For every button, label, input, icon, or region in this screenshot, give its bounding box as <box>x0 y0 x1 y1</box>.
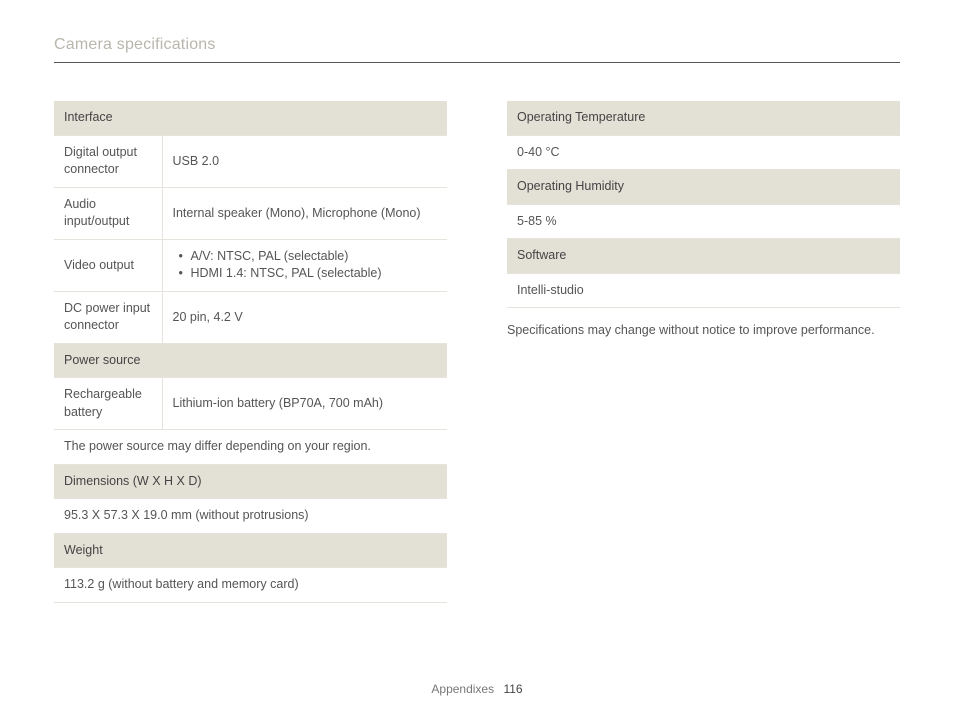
footer-page-number: 116 <box>503 682 522 696</box>
section-header: Software <box>507 239 900 274</box>
spec-value-list: A/V: NTSC, PAL (selectable)HDMI 1.4: NTS… <box>173 248 438 283</box>
spec-label: Video output <box>54 239 162 291</box>
spec-label: Audio input/output <box>54 187 162 239</box>
table-row: 113.2 g (without battery and memory card… <box>54 568 447 603</box>
table-row: The power source may differ depending on… <box>54 430 447 465</box>
right-column: Operating Temperature0-40 °COperating Hu… <box>507 101 900 603</box>
table-row: 0-40 °C <box>507 135 900 170</box>
spec-value: A/V: NTSC, PAL (selectable)HDMI 1.4: NTS… <box>162 239 447 291</box>
table-row: Rechargeable batteryLithium-ion battery … <box>54 378 447 430</box>
left-table-body: InterfaceDigital output connectorUSB 2.0… <box>54 101 447 602</box>
spec-value: 0-40 °C <box>507 135 900 170</box>
left-column: InterfaceDigital output connectorUSB 2.0… <box>54 101 447 603</box>
spec-label: Rechargeable battery <box>54 378 162 430</box>
spec-value: The power source may differ depending on… <box>54 430 447 465</box>
table-row: Digital output connectorUSB 2.0 <box>54 135 447 187</box>
spec-value: 5-85 % <box>507 204 900 239</box>
section-header: Operating Humidity <box>507 170 900 205</box>
right-table-body: Operating Temperature0-40 °COperating Hu… <box>507 101 900 308</box>
spec-change-note: Specifications may change without notice… <box>507 322 900 340</box>
page-footer: Appendixes 116 <box>0 681 954 698</box>
spec-label: DC power input connector <box>54 291 162 343</box>
section-header: Interface <box>54 101 447 135</box>
footer-section: Appendixes <box>431 682 494 696</box>
section-header: Power source <box>54 343 447 378</box>
table-row: 5-85 % <box>507 204 900 239</box>
table-row: Audio input/outputInternal speaker (Mono… <box>54 187 447 239</box>
table-row: Intelli-studio <box>507 273 900 308</box>
section-header: Operating Temperature <box>507 101 900 135</box>
table-row: 95.3 X 57.3 X 19.0 mm (without protrusio… <box>54 499 447 534</box>
spec-value: 95.3 X 57.3 X 19.0 mm (without protrusio… <box>54 499 447 534</box>
spec-value: Internal speaker (Mono), Microphone (Mon… <box>162 187 447 239</box>
content-columns: InterfaceDigital output connectorUSB 2.0… <box>54 101 900 603</box>
table-row: DC power input connector20 pin, 4.2 V <box>54 291 447 343</box>
list-item: A/V: NTSC, PAL (selectable) <box>177 248 438 266</box>
spec-value: Lithium-ion battery (BP70A, 700 mAh) <box>162 378 447 430</box>
spec-value: 113.2 g (without battery and memory card… <box>54 568 447 603</box>
spec-value: USB 2.0 <box>162 135 447 187</box>
section-header: Weight <box>54 533 447 568</box>
section-header: Dimensions (W X H X D) <box>54 464 447 499</box>
table-row: Video output A/V: NTSC, PAL (selectable)H… <box>54 239 447 291</box>
right-spec-table: Operating Temperature0-40 °COperating Hu… <box>507 101 900 308</box>
page-title: Camera specifications <box>54 34 900 63</box>
spec-label: Digital output connector <box>54 135 162 187</box>
list-item: HDMI 1.4: NTSC, PAL (selectable) <box>177 265 438 283</box>
spec-value: Intelli-studio <box>507 273 900 308</box>
left-spec-table: InterfaceDigital output connectorUSB 2.0… <box>54 101 447 603</box>
spec-value: 20 pin, 4.2 V <box>162 291 447 343</box>
